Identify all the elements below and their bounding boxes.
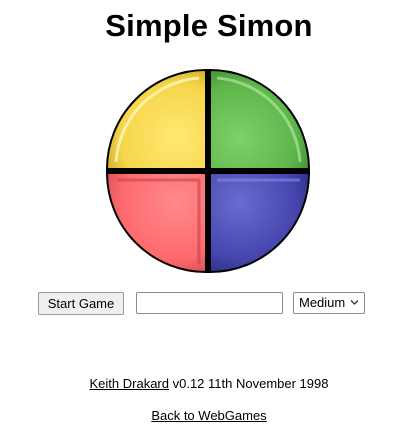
simon-board-svg: [105, 68, 311, 274]
page-title: Simple Simon: [105, 8, 313, 43]
sequence-input[interactable]: [136, 292, 283, 314]
author-link[interactable]: Keith Drakard: [90, 376, 169, 391]
start-game-button[interactable]: Start Game: [38, 292, 124, 315]
game-controls: Start Game Medium: [0, 291, 418, 317]
simon-board: [103, 66, 313, 276]
difficulty-selected-value: Medium: [299, 295, 346, 310]
back-to-webgames-link[interactable]: Back to WebGames: [151, 408, 266, 423]
yellow-quadrant[interactable]: [105, 68, 207, 170]
version-text: v0.12 11th November 1998: [169, 376, 329, 391]
green-quadrant[interactable]: [209, 68, 311, 170]
blue-quadrant[interactable]: [209, 172, 311, 274]
credits-line: Keith Drakard v0.12 11th November 1998: [0, 376, 418, 391]
chevron-down-icon: [350, 300, 359, 305]
difficulty-select[interactable]: Medium: [293, 292, 365, 314]
red-quadrant[interactable]: [105, 172, 207, 274]
back-link-row: Back to WebGames: [0, 408, 418, 423]
